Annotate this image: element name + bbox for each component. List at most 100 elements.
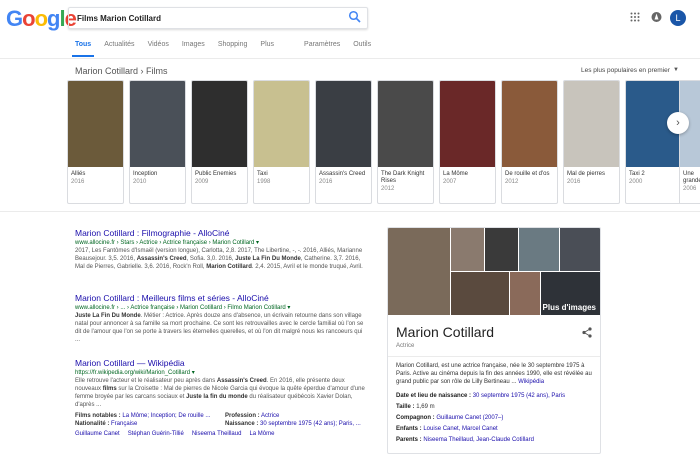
apps-grid-icon[interactable] [630, 12, 640, 22]
film-year: 2012 [505, 179, 519, 185]
fact-value[interactable]: Louise Canet, Marcel Canet [423, 426, 497, 432]
carousel-next-button[interactable]: › [667, 112, 689, 134]
kp-fact: Compagnon : Guillaume Canet (2007–) [396, 415, 503, 421]
tab-settings[interactable]: Paramètres [304, 41, 340, 48]
film-card[interactable]: Mal de pierres 2016 [563, 80, 620, 204]
photo[interactable] [451, 272, 509, 315]
film-year: 2010 [133, 179, 147, 185]
fact-label: Taille : [396, 404, 415, 410]
fact-value[interactable]: Guillaume Canet (2007–) [436, 415, 503, 421]
carousel-title[interactable]: Marion Cotillard › Films [75, 66, 168, 76]
fact-value[interactable]: 30 septembre 1975 (42 ans), Paris [473, 393, 565, 399]
film-title: Mal de pierres [567, 171, 606, 177]
fact-value[interactable]: 30 septembre 1975 (42 ans); Paris, ... [260, 421, 361, 427]
result-url[interactable]: https://fr.wikipedia.org/wiki/Marion_Cot… [75, 369, 365, 376]
photo[interactable] [560, 228, 600, 271]
film-card[interactable]: Public Enemies 2009 [191, 80, 248, 204]
kp-fact: Enfants : Louise Canet, Marcel Canet [396, 426, 498, 432]
film-title-line2: grande [683, 178, 700, 184]
sort-dropdown[interactable]: Les plus populaires en premier [581, 67, 670, 74]
fact-value[interactable]: Française [111, 421, 137, 427]
photo[interactable] [519, 228, 559, 271]
film-card[interactable]: Alliés 2016 [67, 80, 124, 204]
tab-shopping[interactable]: Shopping [218, 41, 248, 48]
fact-item: Films notables : La Môme; Inception; De … [75, 412, 225, 420]
fact-item: Nationalité : Française [75, 420, 225, 428]
tab-all[interactable]: Tous [75, 41, 91, 48]
avatar[interactable]: L [670, 10, 686, 26]
fact-value[interactable]: Niseema Theillaud, Jean-Claude Cotillard [423, 437, 534, 443]
fact-value: 1,69 m [416, 404, 435, 410]
film-carousel: Alliés 2016 Inception 2010 Public Enemies 2… [67, 80, 687, 204]
result-snippet: Juste La Fin Du Monde. Métier : Actrice.… [75, 313, 364, 343]
fact-label: Films notables : [75, 413, 121, 419]
fact-value[interactable]: Actrice [261, 413, 279, 419]
result-url[interactable]: www.allocine.fr › ... › Actrice français… [75, 304, 365, 311]
google-logo[interactable]: Google [6, 6, 77, 32]
photo[interactable] [451, 228, 484, 271]
film-year: 2016 [319, 179, 333, 185]
entity-subtitle: Actrice [396, 343, 415, 349]
chevron-right-icon: › [676, 117, 680, 129]
film-card[interactable]: Assassin's Creed 2016 [315, 80, 372, 204]
film-poster [564, 81, 619, 167]
logo-letter: o [22, 6, 35, 31]
tab-images[interactable]: Images [182, 41, 205, 48]
photo[interactable] [388, 228, 450, 315]
film-poster [254, 81, 309, 167]
fact-label: Enfants : [396, 426, 422, 432]
search-tabs: Tous Actualités Vidéos Images Shopping P… [75, 41, 384, 48]
notifications-icon[interactable] [651, 11, 662, 23]
tab-news[interactable]: Actualités [104, 41, 134, 48]
search-icon[interactable] [348, 10, 362, 24]
kp-fact: Date et lieu de naissance : 30 septembre… [396, 393, 565, 399]
entity-description: Marion Cotillard, est une actrice frança… [396, 362, 596, 386]
description-source-link[interactable]: Wikipédia [518, 379, 544, 385]
photo[interactable] [485, 228, 518, 271]
film-year: 1998 [257, 179, 271, 185]
film-year: 2000 [629, 179, 643, 185]
image-collage[interactable]: Plus d'images [388, 228, 600, 315]
tab-videos[interactable]: Vidéos [148, 41, 169, 48]
photo[interactable] [510, 272, 540, 315]
entity-name: Marion Cotillard [396, 324, 495, 340]
search-input[interactable]: Films Marion Cotillard [68, 7, 368, 29]
related-link[interactable]: La Môme [249, 431, 274, 437]
kp-fact: Taille : 1,69 m [396, 404, 435, 410]
fact-label: Compagnon : [396, 415, 435, 421]
film-poster [68, 81, 123, 167]
film-title: Taxi [257, 171, 268, 177]
film-card[interactable]: Taxi 1998 [253, 80, 310, 204]
film-poster [192, 81, 247, 167]
result-title-link[interactable]: Marion Cotillard : Filmographie - AlloCi… [75, 228, 365, 238]
chevron-down-icon[interactable]: ▼ [673, 67, 679, 73]
film-card[interactable]: The Dark Knight Rises 2012 [377, 80, 434, 204]
film-year: 2009 [195, 179, 209, 185]
film-card[interactable]: La Môme 2007 [439, 80, 496, 204]
result-title-link[interactable]: Marion Cotillard : Meilleurs films et sé… [75, 293, 365, 303]
film-title: De rouille et d'os [505, 171, 550, 177]
share-icon[interactable] [582, 327, 592, 338]
film-card[interactable]: Taxi 2 2000 [625, 80, 682, 204]
film-title: La Môme [443, 171, 469, 177]
film-title: Alliés [71, 171, 86, 177]
film-card[interactable]: Inception 2010 [129, 80, 186, 204]
film-poster [378, 81, 433, 167]
search-result: Marion Cotillard : Meilleurs films et sé… [75, 293, 365, 344]
tab-tools[interactable]: Outils [353, 41, 371, 48]
fact-value[interactable]: La Môme; Inception; De rouille ... [122, 413, 210, 419]
result-url[interactable]: www.allocine.fr › Stars › Actrice › Actr… [75, 239, 365, 246]
film-card-partial[interactable]: Une grande 2006 [679, 80, 700, 204]
fact-item: Naissance : 30 septembre 1975 (42 ans); … [225, 420, 375, 428]
film-title: Assassin's Creed [319, 171, 366, 177]
related-link[interactable]: Niseema Theillaud [192, 431, 242, 437]
search-result: Marion Cotillard : Filmographie - AlloCi… [75, 228, 365, 271]
related-link[interactable]: Stéphan Guérin-Tillié [128, 431, 184, 437]
more-images-link[interactable]: Plus d'images [543, 303, 596, 312]
result-title-link[interactable]: Marion Cotillard — Wikipédia [75, 358, 365, 368]
result-snippet: Elle retrouve l'acteur et le réalisateur… [75, 378, 365, 408]
film-card[interactable]: De rouille et d'os 2012 [501, 80, 558, 204]
fact-label: Parents : [396, 437, 422, 443]
tab-more[interactable]: Plus [260, 41, 274, 48]
related-link[interactable]: Guillaume Canet [75, 431, 120, 437]
